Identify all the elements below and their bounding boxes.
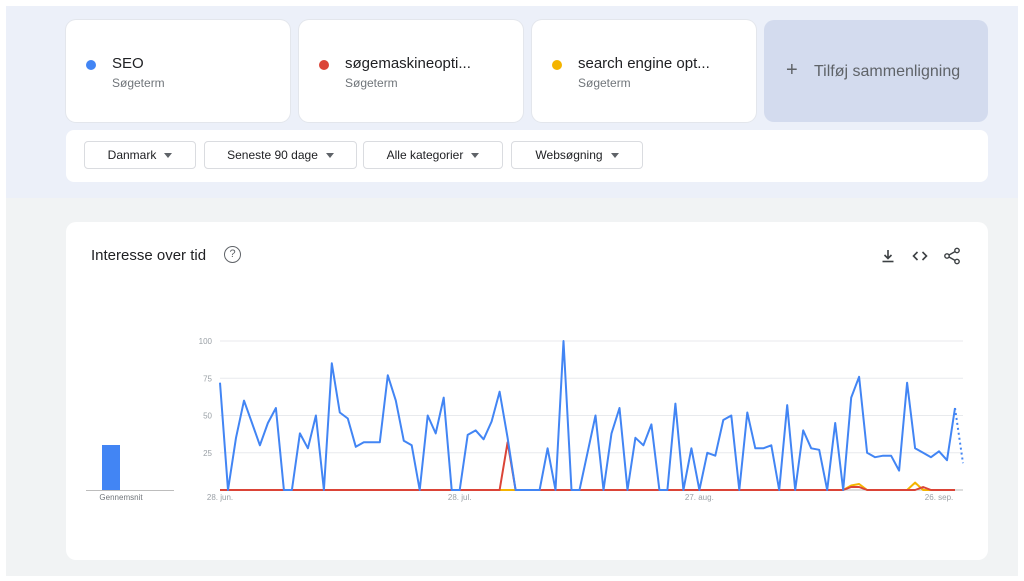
- filter-label: Seneste 90 dage: [227, 148, 318, 162]
- average-axis-line: [86, 490, 174, 491]
- y-axis-ticks: 100 75 50 25: [199, 337, 213, 458]
- share-icon[interactable]: [943, 247, 961, 265]
- embed-icon[interactable]: [911, 247, 929, 265]
- term-color-dot: [552, 60, 562, 70]
- filter-category-dropdown[interactable]: Alle kategorier: [363, 141, 503, 169]
- term-color-dot: [319, 60, 329, 70]
- help-icon[interactable]: ?: [224, 246, 241, 263]
- filter-bar: Danmark Seneste 90 dage Alle kategorier …: [66, 130, 988, 182]
- download-icon[interactable]: [879, 247, 897, 265]
- y-tick-label: 25: [203, 449, 212, 458]
- chart-title: Interesse over tid: [91, 247, 207, 264]
- term-color-dot: [86, 60, 96, 70]
- y-tick-label: 50: [203, 412, 212, 421]
- filter-label: Websøgning: [535, 148, 603, 162]
- term-card-seo[interactable]: SEO Søgeterm: [66, 20, 290, 122]
- caret-down-icon: [164, 152, 173, 158]
- x-tick-label: 27. aug.: [685, 493, 714, 502]
- filter-time-dropdown[interactable]: Seneste 90 dage: [204, 141, 357, 169]
- term-name: søgemaskineopti...: [345, 55, 471, 72]
- term-type-label: Søgeterm: [345, 76, 398, 90]
- series-partial-tail: [954, 407, 964, 464]
- interest-line-chart: 100 75 50 25 28. jun. 28. jul. 27. aug. 26. se…: [199, 337, 964, 502]
- term-name: search engine opt...: [578, 55, 710, 72]
- filter-region-dropdown[interactable]: Danmark: [84, 141, 196, 169]
- x-tick-label: 26. sep.: [925, 493, 953, 502]
- y-tick-label: 100: [199, 337, 213, 346]
- add-comparison-button[interactable]: + Tilføj sammenligning: [764, 20, 988, 122]
- average-bar-seo: [102, 445, 120, 490]
- x-tick-label: 28. jun.: [207, 493, 233, 502]
- term-name: SEO: [112, 55, 144, 72]
- term-type-label: Søgeterm: [578, 76, 631, 90]
- term-card-search-engine-optimization[interactable]: search engine opt... Søgeterm: [532, 20, 756, 122]
- caret-down-icon: [471, 152, 480, 158]
- filter-search-type-dropdown[interactable]: Websøgning: [511, 141, 643, 169]
- caret-down-icon: [325, 152, 334, 158]
- add-comparison-label: Tilføj sammenligning: [814, 63, 961, 80]
- average-label: Gennemsnit: [99, 493, 143, 502]
- term-card-soegemaskineoptimering[interactable]: søgemaskineopti... Søgeterm: [299, 20, 523, 122]
- y-tick-label: 75: [203, 374, 212, 383]
- caret-down-icon: [610, 152, 619, 158]
- filter-label: Danmark: [107, 148, 157, 162]
- x-axis-ticks: 28. jun. 28. jul. 27. aug. 26. sep.: [207, 493, 953, 502]
- term-type-label: Søgeterm: [112, 76, 165, 90]
- filter-label: Alle kategorier: [386, 148, 464, 162]
- x-tick-label: 28. jul.: [448, 493, 472, 502]
- plus-icon: +: [786, 59, 798, 81]
